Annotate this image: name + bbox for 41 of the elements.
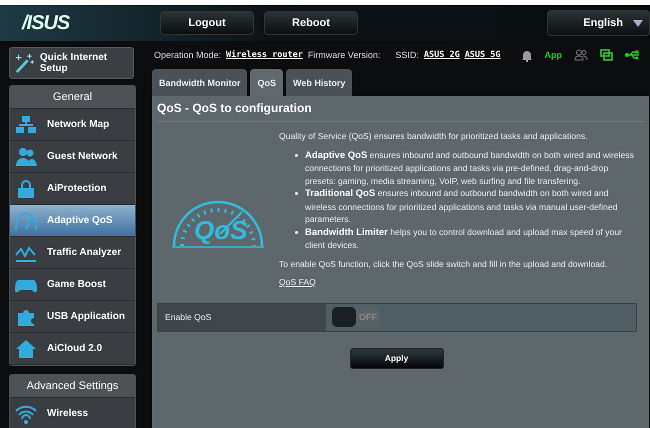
bell-icon[interactable]: [520, 48, 532, 62]
ssid-label: SSID:: [395, 50, 419, 60]
bullet-text: Adaptive QoS ensures inbound and outbound bandwidth on both wired and wireless connections for prioritized applications and tasks via pre-defined, drag-and-drop presets: gaming, media streaming, VoIP, web surfing and file transfering.: [305, 148, 635, 187]
mode-label: Operation Mode:: [154, 50, 222, 60]
wifi-icon: [15, 404, 37, 424]
app-link[interactable]: App: [544, 50, 562, 60]
magic-wand-icon: [14, 51, 36, 75]
firmware-label: Firmware Version:: [308, 50, 380, 60]
section-title: General: [10, 86, 135, 109]
quick-setup-button[interactable]: Quick Internet Setup: [9, 47, 134, 79]
ssid-link[interactable]: ASUS_5G: [464, 50, 501, 60]
monitor-icon[interactable]: [600, 49, 613, 61]
bullet-icon: [295, 230, 298, 234]
bullet-text: Traditional QoS ensures inbound and outbound bandwidth on both wired and wireless connections for prioritized applications and tasks via manual user-defined parameters.: [305, 187, 618, 226]
bullet-icon: [295, 154, 298, 156]
ssid-link[interactable]: ASUS_2G: [424, 50, 460, 60]
apply-button[interactable]: Apply: [350, 348, 444, 368]
logo: /ISUS: [20, 12, 71, 34]
bullet-icon: [295, 192, 298, 195]
network-icon: [15, 114, 37, 134]
tab[interactable]: Bandwidth Monitor: [152, 69, 248, 96]
section-title: Advanced Settings: [10, 375, 135, 398]
tab[interactable]: Web History: [286, 69, 352, 96]
guests-icon: [15, 146, 37, 166]
header-button[interactable]: Logout: [160, 11, 254, 35]
note-text: To enable QoS function, click the QoS slide switch and fill in the upload and download.: [279, 258, 608, 270]
mode-link[interactable]: Wireless_router: [226, 50, 303, 60]
language-dropdown[interactable]: English: [547, 10, 650, 36]
tab[interactable]: QoS: [250, 69, 283, 96]
caret-icon: [633, 20, 643, 26]
bullet-text: Bandwidth Limiter helps you to control download and upload max speed of your client devices.: [305, 226, 623, 252]
qos-logo: QoS: [170, 190, 266, 248]
header-button[interactable]: Reboot: [264, 11, 358, 35]
gauge-icon: [15, 210, 37, 230]
setting-label: Enable QoS: [158, 304, 326, 330]
lock-icon: [15, 178, 37, 198]
users-icon[interactable]: [574, 49, 588, 61]
faq-link[interactable]: QoS FAQ: [279, 277, 316, 287]
usb-icon[interactable]: [625, 50, 640, 60]
panel-title: QoS - QoS to configuration: [157, 96, 644, 122]
intro-text: Quality of Service (QoS) ensures bandwidth for prioritized tasks and applications.: [279, 130, 589, 142]
